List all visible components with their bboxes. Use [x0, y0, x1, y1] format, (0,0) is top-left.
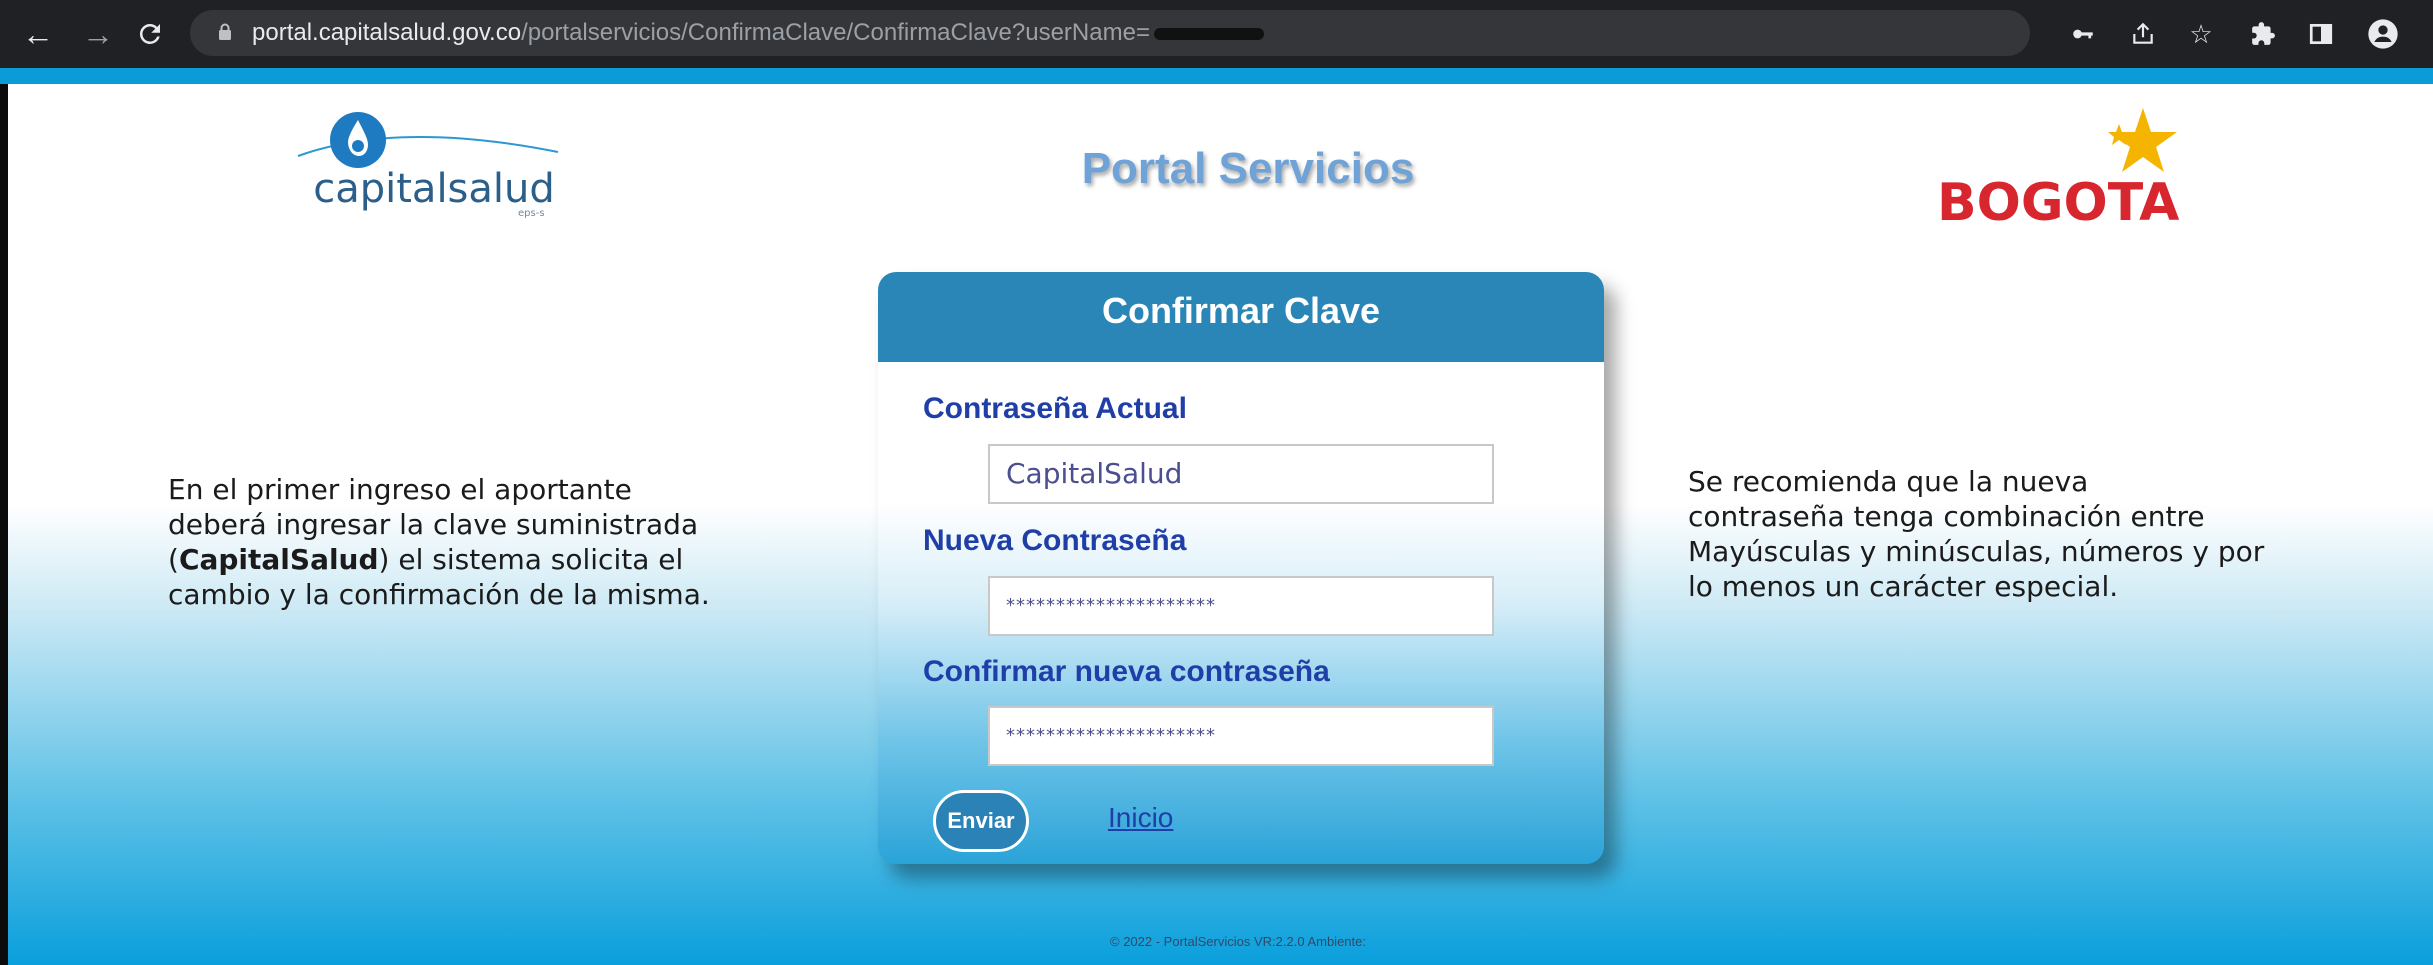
logo-subtitle: eps-s	[518, 208, 545, 219]
note-line: lo menos un carácter especial.	[1688, 570, 2119, 603]
confirm-password-input[interactable]: *********************	[988, 706, 1494, 766]
bogota-logo: BOGOTA	[1933, 102, 2193, 233]
bogota-wordmark: BOGOTA	[1937, 173, 2179, 232]
logo-wordmark: capitalsalud	[313, 166, 555, 212]
note-line: En el primer ingreso el aportante	[168, 473, 632, 506]
forward-icon[interactable]: →	[78, 14, 118, 54]
home-link[interactable]: Inicio	[1108, 802, 1173, 834]
footer-text: © 2022 - PortalServicios VR:2.2.0 Ambien…	[1110, 934, 1366, 949]
side-panel-icon[interactable]	[2301, 14, 2341, 54]
page-body: capitalsalud eps-s Portal Servicios BOGO…	[8, 84, 2433, 965]
share-icon[interactable]	[2123, 14, 2163, 54]
card-title: Confirmar Clave	[878, 272, 1604, 362]
confirm-password-card: Confirmar Clave Contraseña Actual Capita…	[878, 272, 1604, 864]
url-domain: portal.capitalsalud.gov.co	[252, 19, 522, 46]
reload-icon[interactable]	[130, 14, 170, 54]
profile-icon[interactable]	[2363, 14, 2403, 54]
password-recommendation-note: Se recomienda que la nueva contraseña te…	[1688, 464, 2328, 604]
note-line: contraseña tenga combinación entre	[1688, 500, 2205, 533]
page-top-strip	[0, 68, 2433, 84]
submit-button[interactable]: Enviar	[933, 790, 1029, 852]
note-line: cambio y la confirmación de la misma.	[168, 578, 710, 611]
key-icon[interactable]	[2063, 14, 2103, 54]
current-password-label: Contraseña Actual	[923, 392, 1187, 425]
new-password-input[interactable]: *********************	[988, 576, 1494, 636]
window-edge	[0, 0, 8, 965]
address-bar[interactable]: portal.capitalsalud.gov.co/portalservici…	[190, 10, 2030, 56]
lock-icon[interactable]	[218, 23, 232, 41]
redacted-username	[1153, 27, 1264, 40]
default-password-text: CapitalSalud	[178, 543, 379, 576]
current-password-input[interactable]: CapitalSalud	[988, 444, 1494, 504]
capitalsalud-logo: capitalsalud eps-s	[288, 110, 568, 220]
page-title: Portal Servicios	[1081, 144, 1415, 193]
back-icon[interactable]: ←	[18, 14, 58, 54]
star-icon[interactable]: ☆	[2181, 14, 2221, 54]
extensions-icon[interactable]	[2243, 14, 2283, 54]
note-line: Se recomienda que la nueva	[1688, 465, 2089, 498]
browser-toolbar: ← → portal.capitalsalud.gov.co/portalser…	[0, 0, 2433, 68]
note-text: (	[168, 543, 179, 576]
new-password-label: Nueva Contraseña	[923, 524, 1187, 557]
url-text: portal.capitalsalud.gov.co/portalservici…	[252, 10, 1264, 56]
first-login-note: En el primer ingreso el aportante deberá…	[168, 472, 768, 612]
note-line: deberá ingresar la clave suministrada	[168, 508, 699, 541]
note-line: Mayúsculas y minúsculas, números y por	[1688, 535, 2265, 568]
note-line: (CapitalSalud) el sistema solicita el	[168, 542, 768, 577]
note-text: ) el sistema solicita el	[378, 543, 684, 576]
url-path: /portalservicios/ConfirmaClave/ConfirmaC…	[521, 19, 1150, 46]
confirm-password-label: Confirmar nueva contraseña	[923, 655, 1330, 688]
